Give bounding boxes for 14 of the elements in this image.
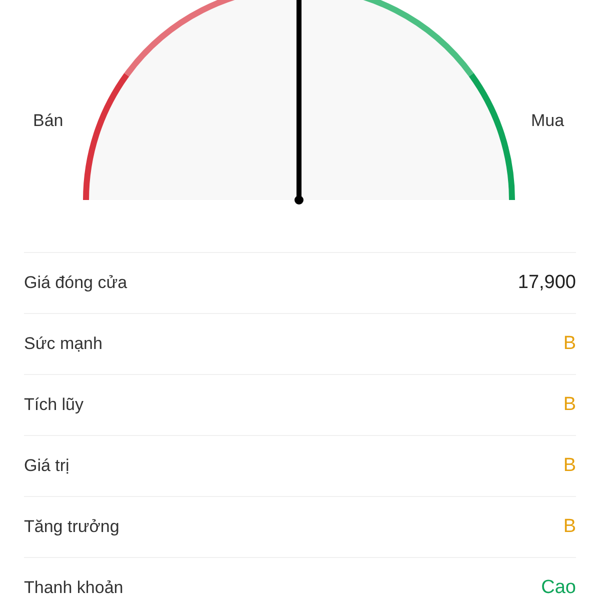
metric-value: B	[563, 454, 576, 478]
sell-label: Bán	[33, 110, 64, 132]
metric-value: B	[563, 514, 576, 539]
metric-value: B	[563, 332, 576, 356]
metric-label: Giá trị	[24, 455, 70, 478]
metric-label: Tăng trưởng	[24, 516, 120, 538]
metric-value: 17,900	[518, 270, 576, 295]
metric-label: Giá đóng cửa	[24, 272, 128, 294]
metric-label: Tích lũy	[24, 394, 84, 416]
metric-label: Thanh khoản	[24, 577, 124, 600]
metric-value: Cao	[541, 576, 576, 600]
metric-value: B	[563, 392, 576, 417]
metric-label: Sức mạnh	[24, 333, 102, 356]
buy-label: Mua	[531, 110, 564, 132]
